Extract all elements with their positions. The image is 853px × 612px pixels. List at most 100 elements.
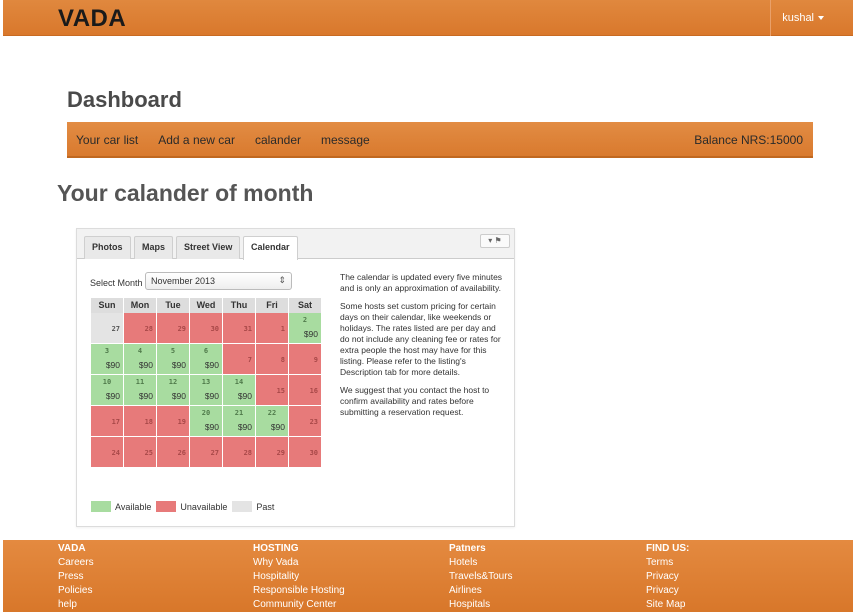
footer-link[interactable]: Why Vada xyxy=(253,556,345,570)
weekday-header: Thu xyxy=(223,298,256,313)
legend-swatch-unavailable xyxy=(156,501,177,512)
day-price: $90 xyxy=(237,391,252,401)
calendar-day-unavailable[interactable]: 8 xyxy=(256,344,289,375)
flag-icon[interactable]: ▾ ⚑ xyxy=(480,234,510,248)
day-number: 20 xyxy=(201,409,211,417)
footer-heading: VADA xyxy=(58,543,86,554)
calendar-day-unavailable[interactable]: 9 xyxy=(289,344,322,375)
footer-link[interactable]: Privacy xyxy=(646,584,689,598)
calendar-day-available[interactable]: 14 $90 xyxy=(223,375,256,406)
day-price: $90 xyxy=(204,422,219,432)
caret-down-icon xyxy=(818,16,824,20)
day-number: 1 xyxy=(280,325,285,333)
footer-link[interactable]: Site Map xyxy=(646,598,689,612)
user-menu-dropdown[interactable]: kushal xyxy=(770,0,834,36)
calendar-day-available[interactable]: 22 $90 xyxy=(256,406,289,437)
day-number: 30 xyxy=(210,325,219,333)
legend-label-available: Available xyxy=(115,501,152,512)
nav-message[interactable]: message xyxy=(321,133,370,147)
day-price: $90 xyxy=(105,360,120,370)
calendar-week-row: 10 $90 11 $90 12 $90 13 $90 14 $90 15 16 xyxy=(91,375,324,406)
calendar-day-available[interactable]: 10 $90 xyxy=(91,375,124,406)
footer-link[interactable]: Hospitals xyxy=(449,598,513,612)
calendar-legend: Available Unavailable Past xyxy=(91,501,279,512)
user-name: kushal xyxy=(782,12,814,24)
calendar-week-row: 17 18 19 20 $90 21 $90 22 $90 23 xyxy=(91,406,324,437)
day-number: 4 xyxy=(137,347,143,355)
day-number: 27 xyxy=(210,449,219,457)
month-select[interactable]: November 2013 ⇕ xyxy=(145,272,292,290)
calendar-day-unavailable[interactable]: 27 xyxy=(190,437,223,468)
legend-swatch-available xyxy=(91,501,111,512)
brand-logo[interactable]: VADA xyxy=(58,5,126,33)
day-number: 18 xyxy=(144,418,153,426)
info-paragraph: We suggest that you contact the host to … xyxy=(340,385,490,417)
calendar-day-available[interactable]: 12 $90 xyxy=(157,375,190,406)
calendar-day-unavailable[interactable]: 28 xyxy=(124,313,157,344)
tab-maps[interactable]: Maps xyxy=(134,236,174,259)
calendar-day-unavailable[interactable]: 30 xyxy=(190,313,223,344)
balance-display: Balance NRS:15000 xyxy=(694,133,803,147)
footer-link[interactable]: Travels&Tours xyxy=(449,570,513,584)
info-paragraph: The calendar is updated every five minut… xyxy=(340,272,503,293)
calendar-day-unavailable[interactable]: 19 xyxy=(157,406,190,437)
calendar-day-available[interactable]: 4 $90 xyxy=(124,344,157,375)
calendar-day-unavailable[interactable]: 15 xyxy=(256,375,289,406)
footer-link[interactable]: Privacy xyxy=(646,570,689,584)
day-number: 8 xyxy=(280,356,285,364)
tab-calendar[interactable]: Calendar xyxy=(243,236,298,260)
calendar-day-unavailable[interactable]: 30 xyxy=(289,437,322,468)
footer-heading: HOSTING xyxy=(253,543,299,554)
select-month-label: Select Month xyxy=(90,278,143,288)
day-number: 13 xyxy=(201,378,211,386)
calendar-day-unavailable[interactable]: 7 xyxy=(223,344,256,375)
footer-link[interactable]: Careers xyxy=(58,556,94,570)
footer-link[interactable]: Hospitality xyxy=(253,570,345,584)
calendar-day-unavailable[interactable]: 28 xyxy=(223,437,256,468)
day-price: $90 xyxy=(138,391,153,401)
calendar-day-unavailable[interactable]: 26 xyxy=(157,437,190,468)
dashboard-nav: Your car list Add a new car calander mes… xyxy=(67,122,813,158)
footer-link[interactable]: Press xyxy=(58,570,94,584)
footer-link[interactable]: Hotels xyxy=(449,556,513,570)
day-number: 28 xyxy=(144,325,153,333)
calendar-day-available[interactable]: 21 $90 xyxy=(223,406,256,437)
calendar-day-unavailable[interactable]: 29 xyxy=(157,313,190,344)
calendar-day-unavailable[interactable]: 1 xyxy=(256,313,289,344)
calendar-day-available[interactable]: 2 $90 xyxy=(289,313,322,344)
nav-your-car-list[interactable]: Your car list xyxy=(76,133,138,147)
tab-photos[interactable]: Photos xyxy=(84,236,131,259)
calendar-day-unavailable[interactable]: 24 xyxy=(91,437,124,468)
footer-link[interactable]: help xyxy=(58,598,94,612)
calendar-weekday-header: Sun Mon Tue Wed Thu Fri Sat xyxy=(91,298,324,313)
calendar-day-available[interactable]: 13 $90 xyxy=(190,375,223,406)
widget-tabbar: Photos Maps Street View Calendar ▾ ⚑ xyxy=(77,229,514,260)
calendar-day-unavailable[interactable]: 16 xyxy=(289,375,322,406)
calendar-day-unavailable[interactable]: 25 xyxy=(124,437,157,468)
calendar-day-available[interactable]: 20 $90 xyxy=(190,406,223,437)
calendar-day-available[interactable]: 11 $90 xyxy=(124,375,157,406)
calendar-day-available[interactable]: 6 $90 xyxy=(190,344,223,375)
calendar-day-unavailable[interactable]: 18 xyxy=(124,406,157,437)
select-arrows-icon: ⇕ xyxy=(278,275,286,285)
day-number: 10 xyxy=(102,378,112,386)
footer-link[interactable]: Terms xyxy=(646,556,689,570)
footer-link[interactable]: Responsible Hosting xyxy=(253,584,345,598)
footer-link[interactable]: Policies xyxy=(58,584,94,598)
calendar-day-available[interactable]: 5 $90 xyxy=(157,344,190,375)
nav-calander[interactable]: calander xyxy=(255,133,301,147)
footer-heading: FIND US: xyxy=(646,543,690,554)
calendar-day-unavailable[interactable]: 31 xyxy=(223,313,256,344)
weekday-header: Tue xyxy=(157,298,190,313)
weekday-header: Wed xyxy=(190,298,223,313)
nav-add-new-car[interactable]: Add a new car xyxy=(158,133,235,147)
footer-link[interactable]: Community Center xyxy=(253,598,345,612)
calendar-day-unavailable[interactable]: 17 xyxy=(91,406,124,437)
day-number: 28 xyxy=(243,449,252,457)
tab-street-view[interactable]: Street View xyxy=(176,236,241,259)
calendar-day-unavailable[interactable]: 29 xyxy=(256,437,289,468)
calendar-day-unavailable[interactable]: 23 xyxy=(289,406,322,437)
footer-link[interactable]: Airlines xyxy=(449,584,513,598)
calendar-day-available[interactable]: 3 $90 xyxy=(91,344,124,375)
calendar-day-past[interactable]: 27 xyxy=(91,313,124,344)
